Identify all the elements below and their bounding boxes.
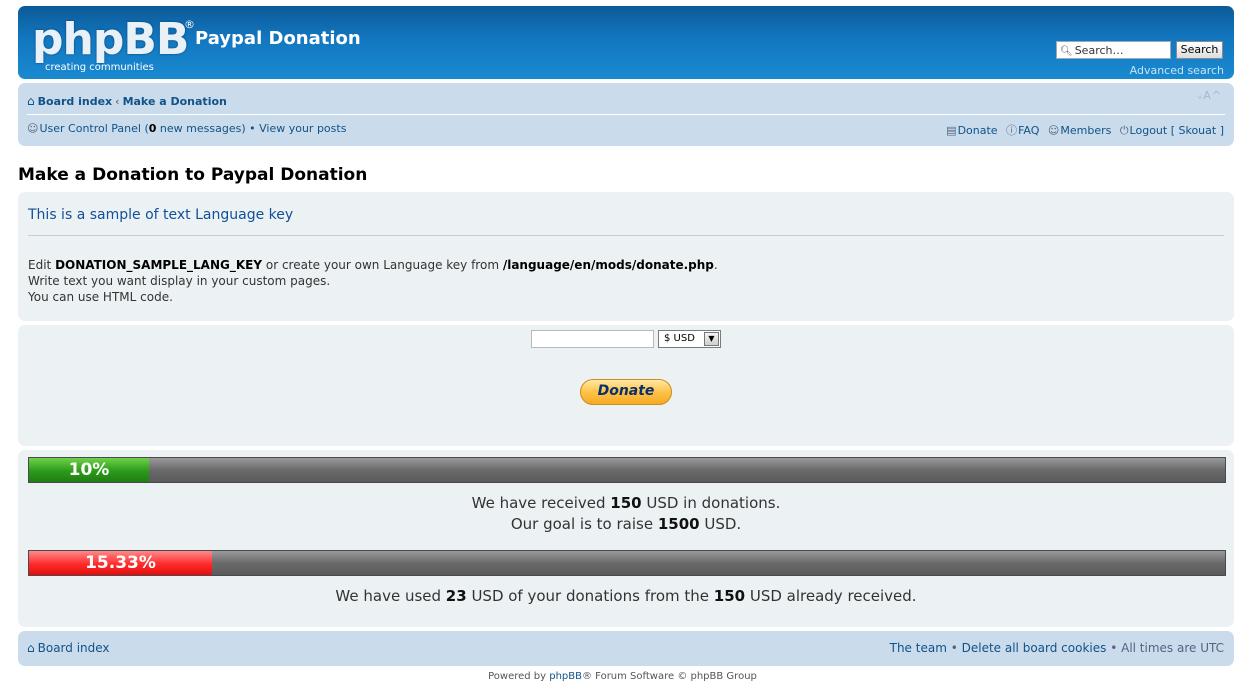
search-input[interactable]: 🔍︎ Search… — [1056, 41, 1171, 59]
donation-stats-panel: 10% We have received 150 USD in donation… — [18, 450, 1234, 627]
donate-form-panel: $ USD ▼ Donate — [18, 325, 1234, 446]
info-heading: This is a sample of text Language key — [28, 207, 294, 223]
logo-wordmark: phpBB — [32, 14, 189, 65]
members-icon: ☺ — [1047, 124, 1060, 137]
lang-key-name: DONATION_SAMPLE_LANG_KEY — [55, 258, 263, 272]
currency-select[interactable]: $ USD ▼ — [658, 330, 721, 348]
page-title: Make a Donation to Paypal Donation — [18, 165, 368, 185]
info-panel: This is a sample of text Language key Ed… — [18, 192, 1234, 321]
navbar: ⌂ Board index ‹ Make a Donation ᵥA^ ☺User C… — [18, 83, 1234, 146]
goal-text-pre: Our goal is to raise — [510, 515, 658, 533]
font-size-change-icon[interactable]: ᵥA^ — [1198, 89, 1222, 102]
info-line-2: Write text you want display in your cust… — [28, 274, 331, 288]
info-line-1: Edit DONATION_SAMPLE_LANG_KEY or create … — [28, 257, 718, 273]
copyright: Powered by phpBB® Forum Software © phpBB… — [0, 671, 1245, 682]
footer-board-index-link[interactable]: Board index — [38, 641, 110, 655]
bullet-separator: • — [1110, 641, 1118, 655]
breadcrumb: ⌂ Board index ‹ Make a Donation — [27, 94, 227, 108]
info-line-1-end: . — [713, 258, 718, 272]
user-icon: ☺ — [27, 122, 39, 135]
site-title: Paypal Donation — [195, 28, 361, 49]
goal-amount: 1500 — [657, 515, 700, 533]
quick-links: ▤Donate ⓘFAQ ☺Members ⏻Logout [ Skouat ] — [946, 122, 1224, 138]
info-line-1-pre: Edit — [28, 258, 56, 272]
logout-link[interactable]: Logout [ Skouat ] — [1130, 124, 1224, 137]
timezone-text: All times are UTC — [1121, 641, 1224, 655]
donate-link[interactable]: Donate — [958, 124, 998, 137]
ucp-label: User Control Panel ( — [39, 122, 149, 135]
received-stats-text: We have received 150 USD in donations. O… — [18, 493, 1234, 535]
info-divider — [28, 235, 1224, 236]
used-amount: 23 — [445, 587, 467, 605]
info-line-3: You can use HTML code. — [28, 290, 173, 304]
donation-amount-input[interactable] — [531, 330, 654, 348]
received-progress-label: 10% — [68, 460, 110, 480]
search-placeholder: Search… — [1074, 44, 1124, 57]
goal-line: Our goal is to raise 1500 USD. — [18, 514, 1234, 535]
used-text-pre: We have used — [335, 587, 446, 605]
user-links: ☺User Control Panel (0 new messages) • V… — [27, 122, 346, 135]
footer-breadcrumb: ⌂ Board index — [27, 641, 110, 655]
used-text-post: USD already received. — [745, 587, 917, 605]
members-link[interactable]: Members — [1060, 124, 1111, 137]
goal-text-post: USD. — [699, 515, 742, 533]
info-text: Edit DONATION_SAMPLE_LANG_KEY or create … — [28, 257, 718, 305]
navbar-divider — [27, 114, 1225, 115]
lang-file-path: /language/en/mods/donate.php — [502, 258, 714, 272]
received-text-post: USD in donations. — [641, 494, 781, 512]
logo-registered-mark: ® — [184, 18, 195, 31]
new-messages-label: new messages) — [156, 122, 246, 135]
footer-navbar: ⌂ Board index The team • Delete all board… — [18, 631, 1234, 666]
used-stats-text: We have used 23 USD of your donations fr… — [18, 586, 1234, 607]
breadcrumb-board-index[interactable]: Board index — [38, 95, 113, 108]
delete-cookies-link[interactable]: Delete all board cookies — [962, 641, 1107, 655]
powered-by-post: ® Forum Software © phpBB Group — [582, 671, 757, 682]
powered-by-pre: Powered by — [488, 671, 550, 682]
footer-links: The team • Delete all board cookies • Al… — [890, 641, 1224, 655]
received-line: We have received 150 USD in donations. — [18, 493, 1234, 514]
home-icon: ⌂ — [27, 94, 35, 108]
logo-tagline: creating communities — [45, 62, 154, 73]
phpbb-logo[interactable]: phpBB ® creating communities — [32, 14, 195, 74]
view-your-posts-link[interactable]: View your posts — [259, 122, 346, 135]
info-line-1-mid: or create your own Language key from — [262, 258, 503, 272]
bullet-separator: • — [249, 122, 256, 135]
breadcrumb-make-donation[interactable]: Make a Donation — [123, 95, 227, 108]
received-amount: 150 — [610, 494, 642, 512]
used-text-mid: USD of your donations from the — [466, 587, 714, 605]
advanced-search-link[interactable]: Advanced search — [1130, 64, 1224, 77]
site-header: phpBB ® creating communities Paypal Dona… — [18, 6, 1234, 79]
used-total: 150 — [713, 587, 746, 605]
search-button[interactable]: Search — [1176, 41, 1223, 59]
logout-icon: ⏻ — [1119, 124, 1129, 137]
currency-selected-value: $ USD — [664, 333, 695, 344]
user-control-panel-link[interactable]: User Control Panel (0 new messages) — [39, 122, 245, 135]
received-text-pre: We have received — [471, 494, 611, 512]
home-icon: ⌂ — [27, 641, 35, 655]
phpbb-link[interactable]: phpBB — [549, 671, 582, 682]
bullet-separator: • — [950, 641, 958, 655]
paypal-donate-button[interactable]: Donate — [580, 379, 672, 405]
donate-icon: ▤ — [946, 124, 957, 137]
chevron-down-icon[interactable]: ▼ — [704, 332, 719, 346]
received-progress-bar: 10% — [28, 457, 1226, 483]
the-team-link[interactable]: The team — [890, 641, 947, 655]
breadcrumb-separator: ‹ — [115, 95, 120, 108]
used-progress-label: 15.33% — [85, 553, 156, 573]
faq-link[interactable]: FAQ — [1018, 124, 1039, 137]
used-progress-bar: 15.33% — [28, 550, 1226, 576]
search-icon: 🔍︎ — [1060, 46, 1073, 57]
faq-icon: ⓘ — [1006, 124, 1018, 137]
